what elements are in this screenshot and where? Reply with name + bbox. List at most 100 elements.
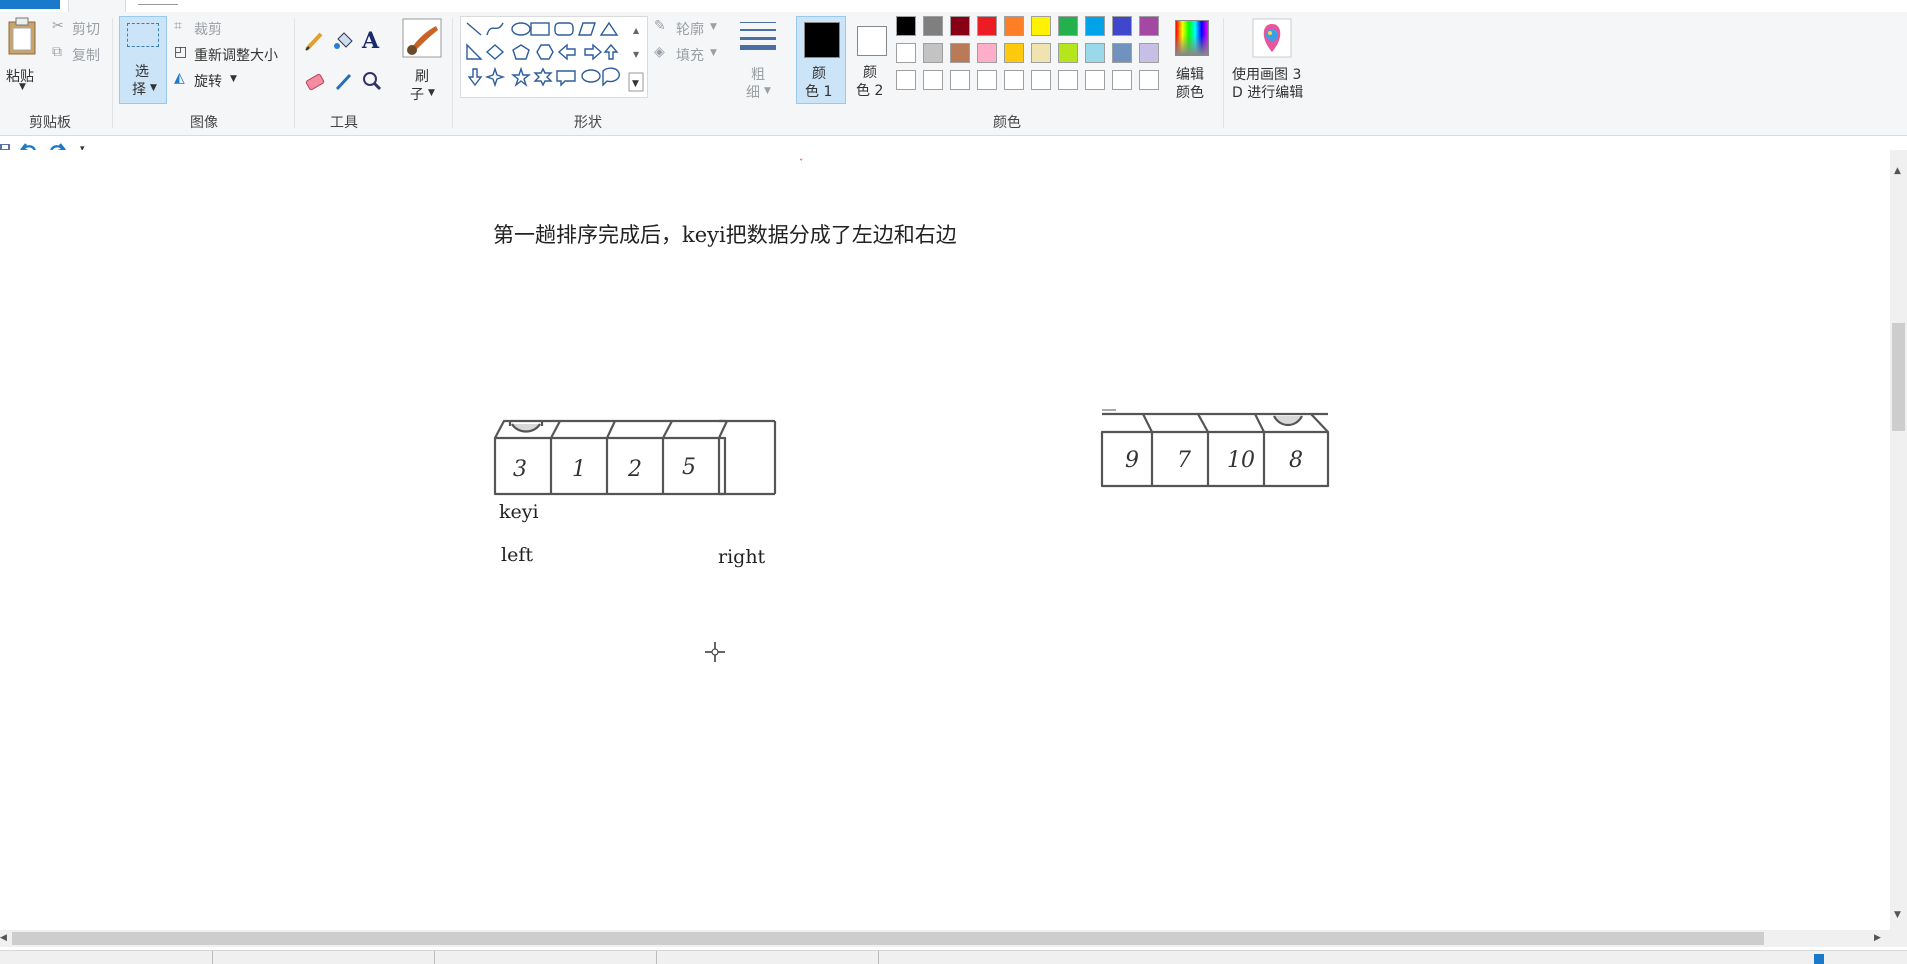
tab-file[interactable] (0, 0, 60, 9)
fill-label: 填充 (676, 48, 704, 64)
select-button[interactable]: 选 择 ▼ (119, 16, 167, 104)
drawing-canvas[interactable]: ˇ 第一趟排序完成后，keyi把数据分成了左边和右边 3 1 2 5 4 (0, 150, 1890, 930)
color-swatch[interactable] (950, 43, 970, 63)
left-array-last-box (719, 419, 777, 496)
rotate-button[interactable]: ◭ 旋转 ▼ (172, 70, 262, 90)
chevron-down-icon: ▼ (710, 22, 717, 32)
color-swatch[interactable] (896, 16, 916, 36)
scroll-down-icon[interactable]: ▼ (1894, 910, 1901, 920)
color-swatch[interactable] (977, 70, 997, 90)
outline-label: 轮廓 (676, 22, 704, 38)
color-swatch[interactable] (1058, 70, 1078, 90)
scissors-icon: ✂ (52, 18, 64, 34)
color-swatch[interactable] (923, 16, 943, 36)
color1-button[interactable]: 颜 色 1 (796, 16, 846, 104)
divider (878, 951, 879, 964)
left-box-value: 5 (682, 455, 696, 480)
color-swatch[interactable] (1139, 16, 1159, 36)
rotate-label: 旋转 (194, 74, 222, 90)
left-array-drawing: 3 1 2 5 4 (493, 419, 728, 496)
vertical-scrollbar[interactable]: ▲ ▼ (1890, 150, 1907, 930)
horizontal-scroll-thumb[interactable] (12, 932, 1764, 945)
color-swatch[interactable] (1058, 16, 1078, 36)
color-swatch[interactable] (896, 43, 916, 63)
color-swatch[interactable] (1112, 16, 1132, 36)
paint3d-icon (1252, 18, 1292, 58)
paint3d-button[interactable]: 使用画图 3 D 进行编辑 (1230, 16, 1314, 104)
color-swatch[interactable] (896, 70, 916, 90)
color-swatch[interactable] (923, 43, 943, 63)
edit-colors-label-1: 编辑 (1176, 67, 1204, 83)
color-swatch[interactable] (1085, 70, 1105, 90)
vertical-scroll-thumb[interactable] (1892, 323, 1905, 431)
color-swatch[interactable] (1112, 70, 1132, 90)
color1-label-2: 色 1 (805, 84, 833, 100)
color-swatch[interactable] (1139, 43, 1159, 63)
color-swatch[interactable] (1058, 43, 1078, 63)
color1-label-1: 颜 (812, 66, 826, 82)
outline-icon: ✎ (654, 18, 666, 34)
color-swatch[interactable] (977, 16, 997, 36)
brushes-button[interactable]: 刷 子 ▼ (400, 16, 446, 104)
scroll-right-icon[interactable]: ▶ (1874, 933, 1881, 943)
text-tool-icon[interactable]: A (362, 28, 379, 54)
chevron-down-icon: ▼ (428, 88, 435, 98)
color-swatch[interactable] (1004, 43, 1024, 63)
fill-button[interactable]: ◈ 填充 ▼ (652, 44, 724, 64)
paint3d-label-1: 使用画图 3 (1232, 67, 1302, 83)
paint3d-label-2: D 进行编辑 (1232, 85, 1304, 101)
shapes-grid-icon: ▲ ▼ ▼ (466, 21, 644, 92)
scroll-left-icon[interactable]: ◀ (0, 933, 7, 943)
color-swatch[interactable] (1031, 16, 1051, 36)
color2-label-1: 颜 (863, 65, 877, 81)
pencil-icon[interactable] (303, 29, 327, 53)
color-swatch[interactable] (950, 70, 970, 90)
tab-home[interactable] (68, 0, 126, 12)
copy-icon: ⧉ (52, 44, 62, 60)
shapes-gallery[interactable]: ▲ ▼ ▼ (460, 16, 648, 98)
copy-button[interactable]: ⧉ 复制 (50, 44, 106, 64)
color-picker-icon[interactable] (332, 69, 356, 93)
select-rectangle-icon (127, 23, 159, 47)
color-swatch[interactable] (1031, 70, 1051, 90)
color-swatch[interactable] (1139, 70, 1159, 90)
edit-colors-button[interactable]: 编辑 颜色 (1168, 16, 1216, 104)
scroll-up-icon[interactable]: ▲ (1894, 166, 1901, 176)
color-swatch[interactable] (1031, 43, 1051, 63)
size-button[interactable]: 粗 细 ▼ (734, 16, 782, 104)
cut-button[interactable]: ✂ 剪切 (50, 18, 106, 38)
color1-swatch (804, 22, 840, 58)
divider (212, 951, 213, 964)
color-swatch[interactable] (977, 43, 997, 63)
crop-button[interactable]: ⌗ 裁剪 (172, 18, 262, 38)
outline-button[interactable]: ✎ 轮廓 ▼ (652, 18, 724, 38)
color-swatch[interactable] (1004, 16, 1024, 36)
paste-button[interactable]: 粘贴 ▼ (2, 16, 42, 94)
color2-label-2: 色 2 (856, 83, 884, 99)
size-label-1: 粗 (751, 67, 765, 83)
color-swatch[interactable] (950, 16, 970, 36)
edit-colors-label-2: 颜色 (1176, 85, 1204, 101)
right-pointer-label: right (718, 546, 766, 568)
ribbon: 粘贴 ▼ ✂ 剪切 ⧉ 复制 剪贴板 选 择 ▼ ⌗ 裁剪 ◰ 重新调整大小 ◭… (0, 12, 1907, 136)
select-label-2: 择 (132, 82, 146, 98)
eraser-icon[interactable] (303, 69, 327, 93)
tab-view[interactable] (138, 0, 178, 5)
divider (112, 18, 113, 128)
color2-button[interactable]: 颜 色 2 (850, 16, 892, 104)
left-box-value: 2 (627, 457, 642, 482)
color-swatch[interactable] (1085, 43, 1105, 63)
magnifier-icon[interactable] (360, 69, 384, 93)
resize-button[interactable]: ◰ 重新调整大小 (172, 44, 288, 64)
color-swatch[interactable] (1085, 16, 1105, 36)
crop-label: 裁剪 (194, 22, 222, 38)
color2-swatch (857, 26, 887, 56)
crop-icon: ⌗ (174, 18, 182, 34)
color-swatch[interactable] (923, 70, 943, 90)
keyi-label: keyi (499, 501, 539, 523)
color-swatch[interactable] (1004, 70, 1024, 90)
divider (656, 951, 657, 964)
fill-bucket-icon[interactable] (332, 29, 356, 53)
status-bar (0, 950, 1907, 964)
color-swatch[interactable] (1112, 43, 1132, 63)
